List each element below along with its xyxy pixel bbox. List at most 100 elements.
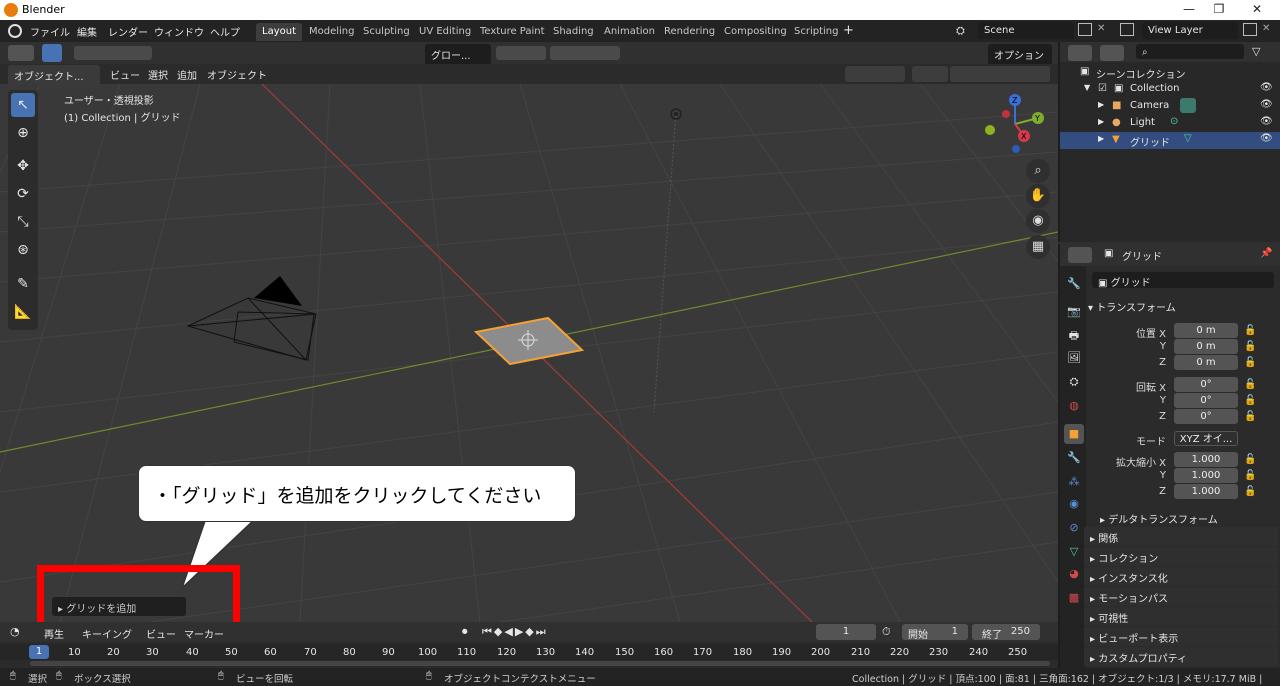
scale-y-field[interactable]: 1.000 <box>1174 468 1238 483</box>
instancing-panel-header[interactable]: ▸ インスタンス化 <box>1084 567 1278 586</box>
menu-window[interactable]: ウィンドウ <box>154 24 204 39</box>
lock-rotation-y-icon[interactable]: 🔓 <box>1244 395 1256 406</box>
shading-mode-buttons[interactable] <box>950 66 1050 82</box>
menu-select[interactable]: 選択 <box>148 67 168 82</box>
tab-uv-editing[interactable]: UV Editing <box>413 23 477 41</box>
transform-orientation-dropdown[interactable]: グロー... <box>425 44 491 65</box>
outliner-search-input[interactable]: ⌕ <box>1136 44 1244 59</box>
lock-scale-z-icon[interactable]: 🔓 <box>1244 486 1256 497</box>
rotation-y-field[interactable]: 0° <box>1174 393 1238 408</box>
filter-icon[interactable]: ▽ <box>1252 45 1260 58</box>
menu-object[interactable]: オブジェクト <box>207 67 267 82</box>
maximize-button[interactable]: ❐ <box>1204 2 1234 18</box>
menu-timeline-view[interactable]: ビュー <box>146 626 176 641</box>
tab-sculpting[interactable]: Sculpting <box>357 23 416 41</box>
tab-scripting[interactable]: Scripting <box>788 23 844 41</box>
delete-view-layer-icon[interactable]: ✕ <box>1262 23 1270 34</box>
visibility-eye-icon[interactable]: 👁 <box>1260 133 1273 144</box>
outliner-item-light[interactable]: ▶ ● Light ⊙ 👁 <box>1060 115 1280 132</box>
lock-rotation-x-icon[interactable]: 🔓 <box>1244 379 1256 390</box>
proportional-edit-buttons[interactable] <box>550 46 620 60</box>
timeline-editor-type-icon[interactable]: ◔ <box>10 625 20 638</box>
rotation-z-field[interactable]: 0° <box>1174 409 1238 424</box>
relations-panel-header[interactable]: ▸ 関係 <box>1084 527 1278 546</box>
object-name-field[interactable]: ▣ グリッド <box>1092 272 1274 289</box>
outliner-root[interactable]: ▣ シーンコレクション <box>1060 64 1280 81</box>
playhead[interactable]: 1 <box>29 645 49 659</box>
outliner-item-camera[interactable]: ▶ ■ Camera 👁 <box>1060 98 1280 115</box>
pan-hand-icon[interactable]: ✋ <box>1026 184 1050 208</box>
properties-editor-type-button[interactable] <box>1068 247 1092 263</box>
custom-properties-panel-header[interactable]: ▸ カスタムプロパティ <box>1084 647 1278 666</box>
minimize-button[interactable]: — <box>1174 2 1204 18</box>
constraints-props-tab-icon[interactable]: ⊘ <box>1064 518 1084 538</box>
rotation-x-field[interactable]: 0° <box>1174 377 1238 392</box>
lock-scale-y-icon[interactable]: 🔓 <box>1244 470 1256 481</box>
scene-field[interactable]: Scene <box>978 22 1074 39</box>
checkbox-icon[interactable]: ☑ <box>1098 83 1107 94</box>
timeline-scrollbar[interactable] <box>30 661 1050 666</box>
camera-view-icon[interactable]: ◉ <box>1026 209 1050 233</box>
visibility-eye-icon[interactable]: 👁 <box>1260 116 1273 127</box>
stopwatch-icon[interactable]: ⏱ <box>882 625 891 639</box>
expand-arrow-icon[interactable]: ▶ <box>1098 117 1104 126</box>
3d-viewport[interactable] <box>0 42 1058 622</box>
menu-marker[interactable]: マーカー <box>184 626 224 641</box>
new-view-layer-icon[interactable] <box>1243 23 1257 36</box>
data-props-tab-icon[interactable]: ▽ <box>1064 542 1084 562</box>
annotate-tool-icon[interactable]: ✎ <box>11 272 35 296</box>
display-mode-button[interactable] <box>1100 45 1124 61</box>
collections-panel-header[interactable]: ▸ コレクション <box>1084 547 1278 566</box>
outliner-editor-type-button[interactable] <box>1068 45 1092 61</box>
move-tool-icon[interactable]: ✥ <box>11 154 35 178</box>
pin-icon[interactable]: 📌 <box>1260 248 1272 259</box>
scale-tool-icon[interactable]: ⤡ <box>11 210 35 234</box>
end-frame-field[interactable]: 終了 250 <box>972 624 1040 641</box>
menu-add[interactable]: 追加 <box>177 67 197 82</box>
cursor-tool-icon[interactable]: ⊕ <box>11 121 35 145</box>
tab-shading[interactable]: Shading <box>547 23 600 41</box>
start-frame-field[interactable]: 開始 1 <box>902 624 968 641</box>
menu-keying[interactable]: キーイング <box>82 626 132 641</box>
close-button[interactable]: ✕ <box>1242 2 1272 18</box>
view-layer-field[interactable]: View Layer <box>1142 22 1238 39</box>
texture-props-tab-icon[interactable]: ▩ <box>1064 588 1084 608</box>
tab-layout[interactable]: Layout <box>256 23 302 41</box>
ortho-toggle-icon[interactable]: ▦ <box>1026 235 1050 259</box>
motion-paths-panel-header[interactable]: ▸ モーションパス <box>1084 587 1278 606</box>
record-icon[interactable]: ⏺ <box>462 625 468 639</box>
add-workspace-button[interactable]: + <box>843 23 854 38</box>
material-props-tab-icon[interactable]: ◕ <box>1064 564 1084 584</box>
pivot-snap-buttons[interactable] <box>496 46 546 60</box>
menu-view[interactable]: ビュー <box>110 67 140 82</box>
menu-help[interactable]: ヘルプ <box>210 24 240 39</box>
navigation-gizmo[interactable]: Z Y X <box>980 92 1050 156</box>
scale-z-field[interactable]: 1.000 <box>1174 484 1238 499</box>
tab-rendering[interactable]: Rendering <box>658 23 721 41</box>
tab-animation[interactable]: Animation <box>598 23 661 41</box>
visibility-eye-icon[interactable]: 👁 <box>1260 99 1273 110</box>
zoom-icon[interactable]: ⌕ <box>1026 159 1050 183</box>
scale-x-field[interactable]: 1.000 <box>1174 452 1238 467</box>
new-scene-icon[interactable] <box>1078 23 1092 36</box>
tool-props-tab-icon[interactable]: 🔧 <box>1064 274 1084 294</box>
selection-mode-buttons[interactable] <box>74 46 152 60</box>
tab-compositing[interactable]: Compositing <box>718 23 793 41</box>
menu-playback[interactable]: 再生 <box>44 626 64 641</box>
lock-scale-x-icon[interactable]: 🔓 <box>1244 454 1256 465</box>
select-box-tool-icon[interactable]: ↖ <box>11 93 35 117</box>
expand-chevron-icon[interactable]: ▼ <box>1084 83 1090 92</box>
outliner-item-collection[interactable]: ▼ ☑ ▣ Collection 👁 <box>1060 81 1280 98</box>
overlay-buttons[interactable] <box>912 66 948 82</box>
render-props-tab-icon[interactable]: 📷 <box>1064 302 1084 322</box>
outliner-item-grid[interactable]: ▶ ▼ グリッド ▽ 👁 <box>1060 132 1280 149</box>
visibility-panel-header[interactable]: ▸ 可視性 <box>1084 607 1278 626</box>
viewport-display-panel-header[interactable]: ▸ ビューポート表示 <box>1084 627 1278 646</box>
blender-menu-icon[interactable] <box>8 24 22 38</box>
location-z-field[interactable]: 0 m <box>1174 355 1238 370</box>
physics-props-tab-icon[interactable]: ◉ <box>1064 494 1084 514</box>
measure-tool-icon[interactable]: 📐 <box>11 300 35 324</box>
location-x-field[interactable]: 0 m <box>1174 323 1238 338</box>
select-tool-icon[interactable] <box>42 44 62 62</box>
tab-texture-paint[interactable]: Texture Paint <box>474 23 551 41</box>
